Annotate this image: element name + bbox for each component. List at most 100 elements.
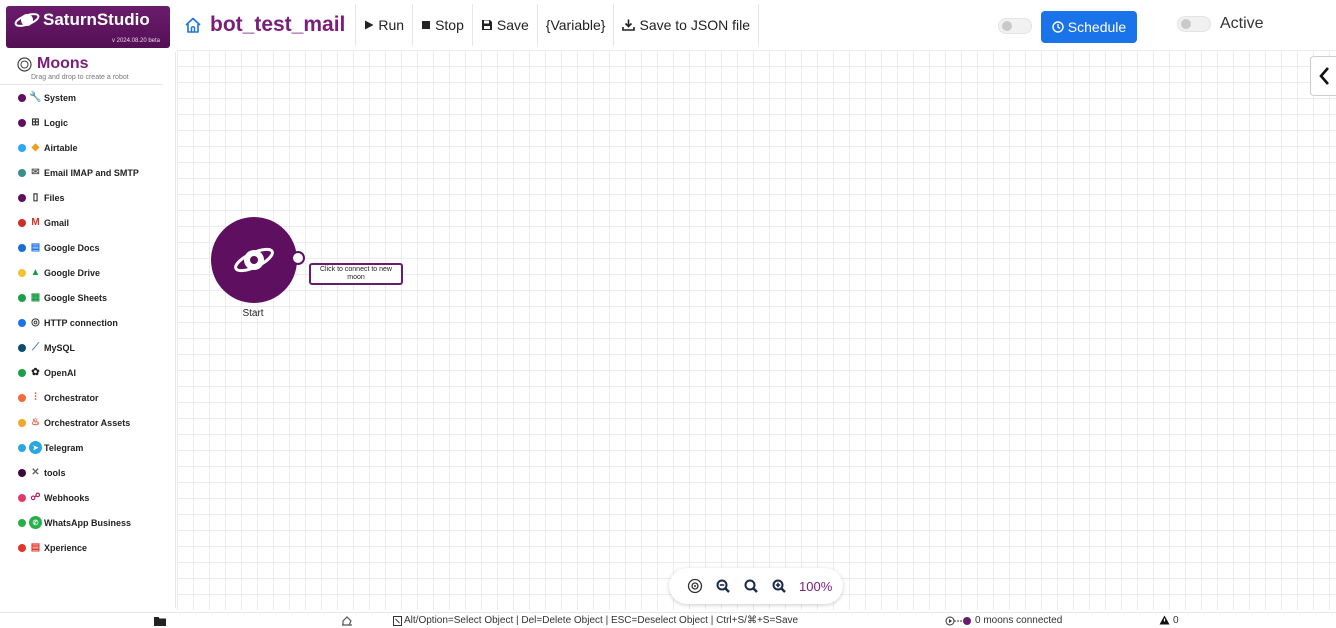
sidebar-item-tools[interactable]: ✕ tools <box>0 460 175 485</box>
orchestrator-icon: ⫶ <box>34 392 37 403</box>
google-docs-icon: ▤ <box>30 242 41 253</box>
moons-title: Moons <box>37 55 89 72</box>
category-list: 🔧 System ⊞ Logic ◆ Airtable ✉ Email IMAP and SM… <box>0 85 175 560</box>
sidebar-item-logic[interactable]: ⊞ Logic <box>0 110 175 135</box>
sidebar-item-label: System <box>44 92 77 103</box>
sidebar-item-system[interactable]: 🔧 System <box>0 85 175 110</box>
run-button[interactable]: Run <box>356 4 414 46</box>
globe-icon: ◎ <box>31 317 40 328</box>
flow-canvas[interactable] <box>177 50 1336 610</box>
sidebar-item-xperience[interactable]: ▤ Xperience <box>0 535 175 560</box>
category-dot <box>18 268 26 277</box>
collapse-panel-button[interactable] <box>1310 56 1336 96</box>
target-icon <box>687 578 703 594</box>
save-json-label: Save to JSON file <box>639 17 750 33</box>
warning-icon <box>1159 615 1170 625</box>
zoom-controls: 100% <box>669 568 843 604</box>
app-root: SaturnStudio v 2024.08.20 beta bot_test_… <box>0 0 1336 628</box>
status-bar: Alt/Option=Select Object | Del=Delete Ob… <box>0 612 1336 628</box>
category-dot <box>18 343 26 352</box>
category-dot <box>18 318 26 327</box>
email-icon: ✉ <box>31 167 40 178</box>
sidebar-item-label: OpenAI <box>44 367 77 378</box>
telegram-icon: ➤ <box>29 441 42 454</box>
category-dot <box>18 93 26 102</box>
sidebar-item-airtable[interactable]: ◆ Airtable <box>0 135 175 160</box>
category-dot <box>18 418 26 427</box>
clock-icon <box>1052 21 1064 33</box>
bot-name[interactable]: bot_test_mail <box>210 13 345 37</box>
home-icon[interactable] <box>184 16 202 34</box>
zoom-reset-button[interactable] <box>737 574 765 598</box>
stop-label: Stop <box>435 17 464 33</box>
fit-view-button[interactable] <box>681 574 709 598</box>
stop-button[interactable]: Stop <box>413 4 473 46</box>
save-button[interactable]: Save <box>473 4 538 46</box>
active-toggle[interactable] <box>1177 16 1211 32</box>
sidebar-item-google-docs[interactable]: ▤ Google Docs <box>0 235 175 260</box>
category-dot <box>18 243 26 252</box>
sidebar-item-label: Files <box>44 192 65 203</box>
sidebar-item-label: Google Drive <box>44 267 101 278</box>
schedule-toggle[interactable] <box>998 18 1032 34</box>
moons-subtitle: Drag and drop to create a robot <box>0 74 163 85</box>
start-node[interactable] <box>211 217 297 303</box>
sidebar-item-telegram[interactable]: ➤ Telegram <box>0 435 175 460</box>
category-dot <box>18 193 26 202</box>
sidebar-item-google-sheets[interactable]: ▦ Google Sheets <box>0 285 175 310</box>
connection-icon <box>945 616 971 626</box>
sidebar-item-label: Xperience <box>44 542 88 553</box>
category-dot <box>18 468 26 477</box>
sidebar-item-label: Google Docs <box>44 242 100 253</box>
brand-name: SaturnStudio <box>43 10 150 29</box>
start-output-port[interactable] <box>291 251 305 265</box>
shortcuts-hint: Alt/Option=Select Object | Del=Delete Ob… <box>404 615 799 626</box>
saturn-rocket-icon <box>234 247 274 273</box>
sidebar-item-label: Telegram <box>44 442 84 453</box>
sidebar-item-orchestrator-assets[interactable]: ♨ Orchestrator Assets <box>0 410 175 435</box>
xperience-icon: ▤ <box>30 542 41 553</box>
sidebar-item-label: Orchestrator Assets <box>44 417 131 428</box>
openai-icon: ✿ <box>31 367 40 378</box>
category-dot <box>18 168 26 177</box>
download-icon <box>622 19 636 31</box>
zoom-in-icon <box>772 579 786 593</box>
cursor-icon <box>393 616 402 626</box>
sidebar-item-label: Google Sheets <box>44 292 108 303</box>
sidebar-item-orchestrator[interactable]: ⫶ Orchestrator <box>0 385 175 410</box>
variable-button[interactable]: {Variable} <box>538 4 615 46</box>
category-dot <box>18 393 26 402</box>
webhooks-icon: ☍ <box>30 492 41 503</box>
moons-connected: 0 moons connected <box>975 615 1063 626</box>
sidebar-item-google-drive[interactable]: ▲ Google Drive <box>0 260 175 285</box>
logic-icon: ⊞ <box>31 117 40 128</box>
sidebar-item-webhooks[interactable]: ☍ Webhooks <box>0 485 175 510</box>
magnifier-icon <box>744 579 758 593</box>
sidebar-item-http-connection[interactable]: ◎ HTTP connection <box>0 310 175 335</box>
schedule-button[interactable]: Schedule <box>1041 11 1137 43</box>
run-label: Run <box>378 17 405 33</box>
sidebar-item-label: Email IMAP and SMTP <box>44 167 139 178</box>
airtable-icon: ◆ <box>31 142 40 153</box>
brand-logo[interactable]: SaturnStudio v 2024.08.20 beta <box>6 6 170 48</box>
sidebar-item-mysql[interactable]: ⟋ MySQL <box>0 335 175 360</box>
sidebar-item-label: Gmail <box>44 217 70 228</box>
category-dot <box>18 543 26 552</box>
category-dot <box>18 493 26 502</box>
sidebar-item-gmail[interactable]: M Gmail <box>0 210 175 235</box>
whatsapp-icon: ✆ <box>29 516 42 529</box>
sidebar-item-label: Airtable <box>44 142 78 153</box>
zoom-out-button[interactable] <box>709 574 737 598</box>
sidebar-item-files[interactable]: ▯ Files <box>0 185 175 210</box>
zoom-in-button[interactable] <box>765 574 793 598</box>
eraser-icon[interactable] <box>341 616 353 626</box>
assets-icon: ♨ <box>31 417 40 428</box>
save-json-button[interactable]: Save to JSON file <box>614 4 759 46</box>
sidebar-item-email-imap-and-smtp[interactable]: ✉ Email IMAP and SMTP <box>0 160 175 185</box>
category-dot <box>18 293 26 302</box>
stop-icon <box>422 21 431 29</box>
folder-icon[interactable] <box>154 616 166 626</box>
chevron-left-icon <box>1318 67 1329 85</box>
sidebar-item-whatsapp-business[interactable]: ✆ WhatsApp Business <box>0 510 175 535</box>
sidebar-item-openai[interactable]: ✿ OpenAI <box>0 360 175 385</box>
